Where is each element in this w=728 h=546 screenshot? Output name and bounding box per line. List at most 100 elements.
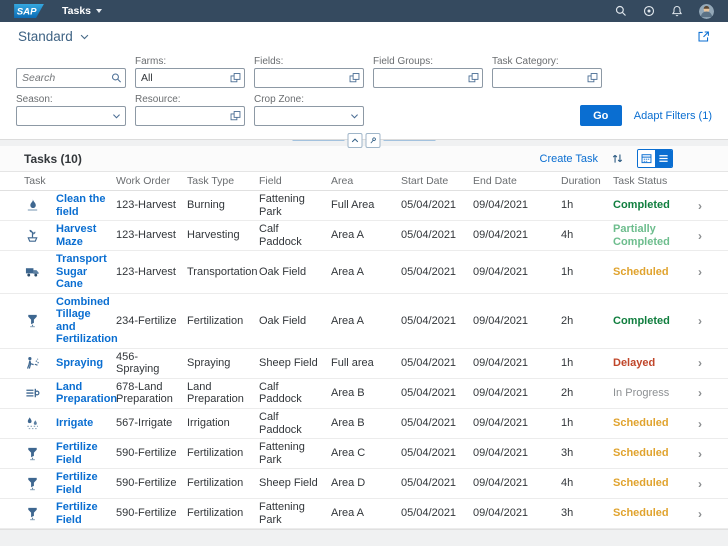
value-help-icon[interactable] xyxy=(587,73,598,84)
column-header-work-order[interactable]: Work Order xyxy=(116,175,187,187)
task-name-link[interactable]: Spraying xyxy=(56,357,116,370)
table-toolbar: Tasks (10) Create Task xyxy=(0,146,728,172)
task-name-link[interactable]: Combined Tillage and Fertilization xyxy=(56,296,116,346)
variant-title[interactable]: Standard xyxy=(18,29,73,44)
value-help-icon[interactable] xyxy=(230,73,241,84)
notifications-icon[interactable] xyxy=(671,5,683,17)
column-header-duration[interactable]: Duration xyxy=(561,175,613,187)
task-category-field[interactable] xyxy=(492,68,602,88)
work-order-cell: 590-Fertilize xyxy=(116,477,187,490)
row-chevron-icon[interactable]: › xyxy=(698,265,728,279)
row-chevron-icon[interactable]: › xyxy=(698,314,728,328)
app-title-menu[interactable]: Tasks xyxy=(62,5,102,17)
row-chevron-icon[interactable]: › xyxy=(698,447,728,461)
table-row[interactable]: Transport Sugar Cane 123-Harvest Transpo… xyxy=(0,251,728,294)
column-header-field[interactable]: Field xyxy=(259,175,331,187)
chevron-down-icon[interactable] xyxy=(79,31,90,42)
row-chevron-icon[interactable]: › xyxy=(698,417,728,431)
copilot-icon[interactable] xyxy=(643,5,655,17)
season-select[interactable] xyxy=(16,106,126,126)
column-header-task[interactable]: Task xyxy=(16,175,116,187)
fields-field[interactable] xyxy=(254,68,364,88)
view-switch xyxy=(637,149,673,168)
start-date-cell: 05/04/2021 xyxy=(401,417,473,430)
chevron-down-icon[interactable] xyxy=(111,111,122,122)
search-input-wrap xyxy=(16,68,126,88)
work-order-cell: 678-Land Preparation xyxy=(116,381,187,406)
adapt-filters-link[interactable]: Adapt Filters (1) xyxy=(634,110,712,122)
chevron-down-icon xyxy=(96,9,102,13)
go-button[interactable]: Go xyxy=(580,105,622,126)
search-icon[interactable] xyxy=(111,73,122,84)
farms-field[interactable]: All xyxy=(135,68,245,88)
table-row[interactable]: Harvest Maze 123-Harvest Harvesting Calf… xyxy=(0,221,728,251)
field-cell: Sheep Field xyxy=(259,477,331,490)
status-badge: Scheduled xyxy=(613,507,689,520)
table-row[interactable]: Fertilize Field 590-Fertilize Fertilizat… xyxy=(0,499,728,529)
column-header-end-date[interactable]: End Date xyxy=(473,175,561,187)
share-icon[interactable] xyxy=(697,30,710,43)
pin-header-icon[interactable] xyxy=(366,133,381,148)
area-cell: Area D xyxy=(331,477,401,490)
field-cell: Oak Field xyxy=(259,315,331,328)
task-name-link[interactable]: Clean the field xyxy=(56,193,116,218)
svg-text:SAP: SAP xyxy=(17,7,37,18)
start-date-cell: 05/04/2021 xyxy=(401,447,473,460)
column-header-area[interactable]: Area xyxy=(331,175,401,187)
area-cell: Area C xyxy=(331,447,401,460)
row-chevron-icon[interactable]: › xyxy=(698,477,728,491)
status-badge: Scheduled xyxy=(613,477,689,490)
task-name-link[interactable]: Harvest Maze xyxy=(56,223,116,248)
chevron-down-icon[interactable] xyxy=(349,111,360,122)
column-header-task-status[interactable]: Task Status xyxy=(613,175,689,187)
search-icon[interactable] xyxy=(615,5,627,17)
resource-field[interactable] xyxy=(135,106,245,126)
value-help-icon[interactable] xyxy=(230,111,241,122)
column-header-task-type[interactable]: Task Type xyxy=(187,175,259,187)
start-date-cell: 05/04/2021 xyxy=(401,387,473,400)
search-input[interactable] xyxy=(17,69,125,87)
row-chevron-icon[interactable]: › xyxy=(698,199,728,213)
status-badge: Completed xyxy=(613,199,689,212)
table-row[interactable]: Irrigate 567-Irrigate Irrigation Calf Pa… xyxy=(0,409,728,439)
row-chevron-icon[interactable]: › xyxy=(698,356,728,370)
filter-label-farms: Farms: xyxy=(135,55,245,68)
duration-cell: 4h xyxy=(561,477,613,490)
table-row[interactable]: Fertilize Field 590-Fertilize Fertilizat… xyxy=(0,439,728,469)
row-chevron-icon[interactable]: › xyxy=(698,229,728,243)
row-chevron-icon[interactable]: › xyxy=(698,386,728,400)
table-row[interactable]: Spraying 456-Spraying Spraying Sheep Fie… xyxy=(0,349,728,379)
column-header-start-date[interactable]: Start Date xyxy=(401,175,473,187)
table-row[interactable]: Land Preparation 678-Land Preparation La… xyxy=(0,379,728,409)
harvesting-icon xyxy=(16,228,40,243)
task-type-cell: Fertilization xyxy=(187,315,259,328)
row-chevron-icon[interactable]: › xyxy=(698,507,728,521)
task-name-link[interactable]: Fertilize Field xyxy=(56,471,116,496)
crop-zone-select[interactable] xyxy=(254,106,364,126)
value-help-icon[interactable] xyxy=(349,73,360,84)
field-cell: Fattening Park xyxy=(259,193,331,218)
create-task-button[interactable]: Create Task xyxy=(540,153,599,165)
task-name-link[interactable]: Land Preparation xyxy=(56,381,116,406)
collapse-header-icon[interactable] xyxy=(348,133,363,148)
table-row[interactable]: Fertilize Field 590-Fertilize Fertilizat… xyxy=(0,469,728,499)
sap-logo[interactable]: SAP xyxy=(14,4,44,18)
task-name-link[interactable]: Fertilize Field xyxy=(56,501,116,526)
start-date-cell: 05/04/2021 xyxy=(401,477,473,490)
value-help-icon[interactable] xyxy=(468,73,479,84)
task-name-link[interactable]: Transport Sugar Cane xyxy=(56,253,116,291)
start-date-cell: 05/04/2021 xyxy=(401,507,473,520)
calendar-view-icon[interactable] xyxy=(638,150,655,167)
task-name-link[interactable]: Irrigate xyxy=(56,417,116,430)
sort-icon[interactable] xyxy=(611,152,624,165)
task-name-link[interactable]: Fertilize Field xyxy=(56,441,116,466)
table-row[interactable]: Combined Tillage and Fertilization 234-F… xyxy=(0,294,728,349)
start-date-cell: 05/04/2021 xyxy=(401,357,473,370)
work-order-cell: 590-Fertilize xyxy=(116,447,187,460)
table-row[interactable]: Clean the field 123-Harvest Burning Fatt… xyxy=(0,191,728,221)
task-type-cell: Burning xyxy=(187,199,259,212)
avatar[interactable] xyxy=(699,4,714,19)
field-cell: Oak Field xyxy=(259,266,331,279)
list-view-icon[interactable] xyxy=(655,150,672,167)
field-groups-field[interactable] xyxy=(373,68,483,88)
